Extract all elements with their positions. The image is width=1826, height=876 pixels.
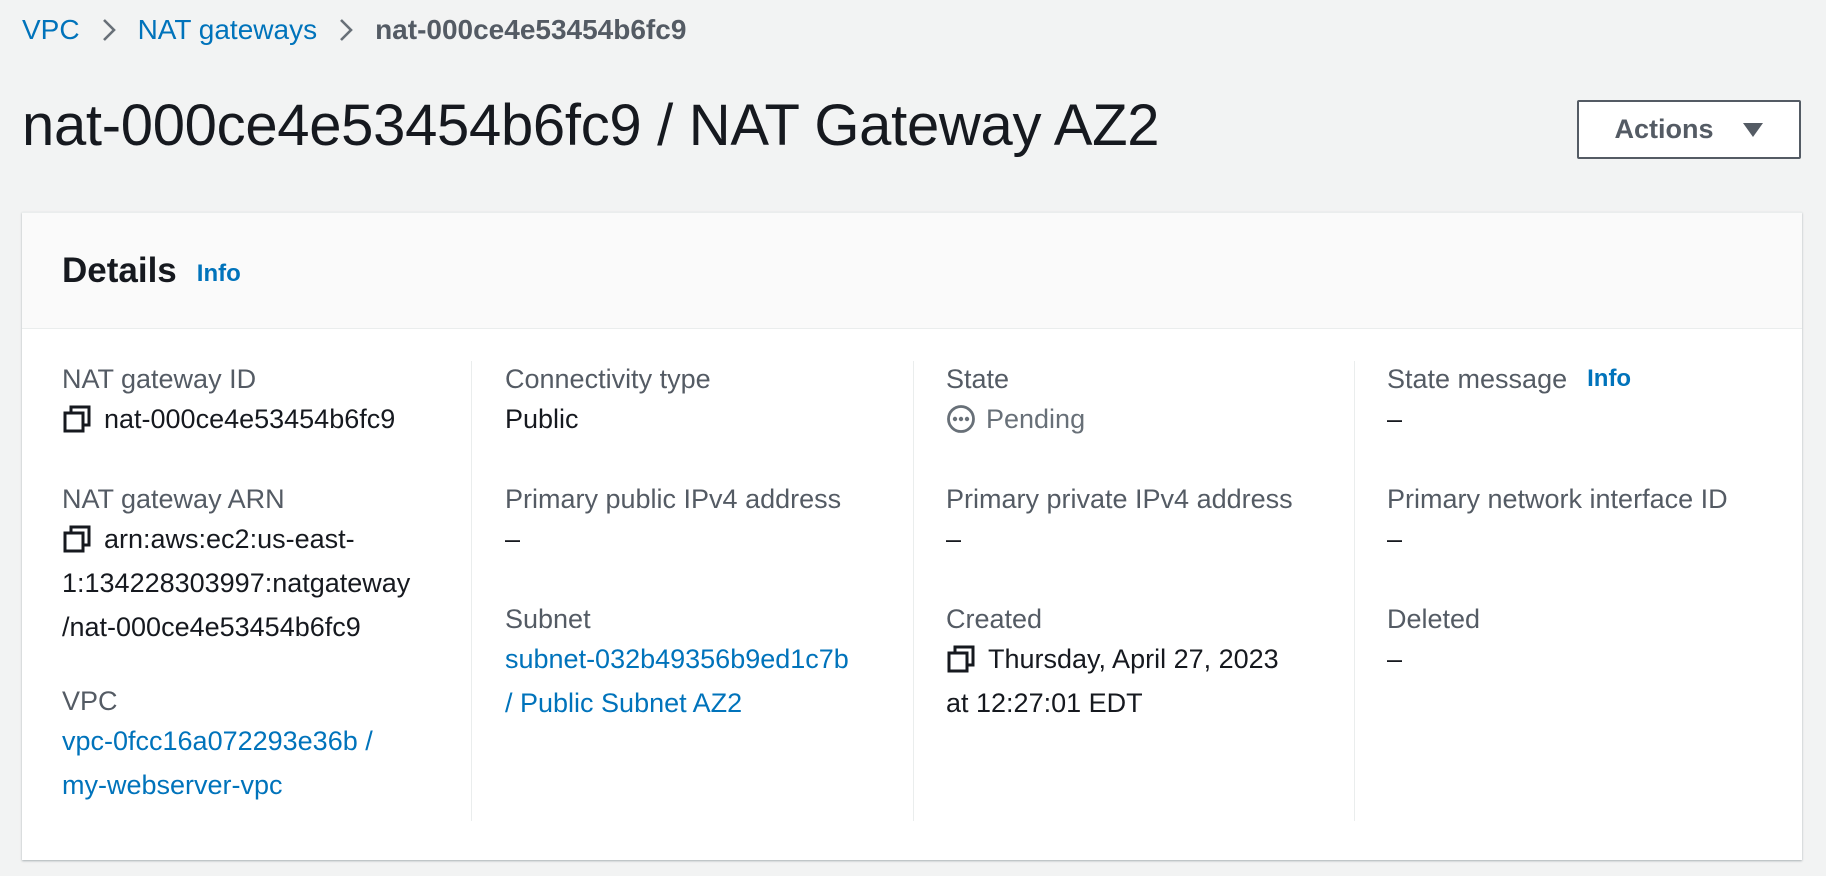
details-info-link[interactable]: Info xyxy=(197,260,241,288)
copy-icon[interactable] xyxy=(62,524,92,554)
nat-gateway-arn-line-2: 1:134228303997:natgateway xyxy=(62,568,411,598)
details-title: Details xyxy=(62,250,177,290)
vpc-label: VPC xyxy=(62,686,118,716)
copy-icon[interactable] xyxy=(946,644,976,674)
actions-button[interactable]: Actions xyxy=(1577,100,1801,159)
nat-gateway-arn-line-3: /nat-000ce4e53454b6fc9 xyxy=(62,612,361,642)
deleted-value: – xyxy=(1387,644,1403,674)
caret-down-icon xyxy=(1742,122,1764,138)
details-panel-header: Details Info xyxy=(22,213,1802,329)
actions-button-label: Actions xyxy=(1614,114,1714,144)
details-panel: Details Info NAT gateway ID nat-000ce4e5… xyxy=(22,212,1802,860)
state-message-value: – xyxy=(1387,404,1403,434)
nat-gateway-arn-field: NAT gateway ARN arn:aws:ec2:us-east- 1:1… xyxy=(62,481,410,649)
details-columns: NAT gateway ID nat-000ce4e53454b6fc9 NAT… xyxy=(22,361,1802,821)
breadcrumb-link-nat-gateways[interactable]: NAT gateways xyxy=(138,14,317,46)
chevron-right-icon xyxy=(339,18,353,42)
primary-network-interface-label: Primary network interface ID xyxy=(1387,484,1728,514)
state-message-info-link[interactable]: Info xyxy=(1587,361,1631,397)
nat-gateway-arn-first-row: arn:aws:ec2:us-east- xyxy=(62,517,410,561)
vpc-link-line-1: vpc-0fcc16a072293e36b / xyxy=(62,726,373,756)
created-line-2: at 12:27:01 EDT xyxy=(946,688,1143,718)
nat-gateway-id-field: NAT gateway ID nat-000ce4e53454b6fc9 xyxy=(62,361,395,441)
column-divider xyxy=(913,361,914,821)
state-message-field: State message Info – xyxy=(1387,361,1631,441)
subnet-field: Subnet subnet-032b49356b9ed1c7b / Public… xyxy=(505,601,849,725)
state-value: Pending xyxy=(986,404,1086,434)
state-field: State Pending xyxy=(946,361,1085,441)
vpc-link[interactable]: vpc-0fcc16a072293e36b / my-webserver-vpc xyxy=(62,719,373,807)
created-line-1: Thursday, April 27, 2023 xyxy=(988,644,1279,674)
subnet-link-line-2: / Public Subnet AZ2 xyxy=(505,688,743,718)
page-title: nat-000ce4e53454b6fc9 / NAT Gateway AZ2 xyxy=(22,93,1160,158)
primary-private-ipv4-field: Primary private IPv4 address – xyxy=(946,481,1293,561)
subnet-value: subnet-032b49356b9ed1c7b / Public Subnet… xyxy=(505,637,849,725)
details-column-1: NAT gateway ID nat-000ce4e53454b6fc9 NAT… xyxy=(62,361,462,821)
vpc-value: vpc-0fcc16a072293e36b / my-webserver-vpc xyxy=(62,719,373,807)
created-field: Created Thursday, April 27, 2023 at 12:2… xyxy=(946,601,1279,725)
connectivity-type-field: Connectivity type Public xyxy=(505,361,711,441)
chevron-right-icon xyxy=(102,18,116,42)
nat-gateway-arn-value: arn:aws:ec2:us-east- 1:134228303997:natg… xyxy=(62,517,410,649)
status-pending-icon xyxy=(946,404,976,434)
breadcrumb-link-vpc[interactable]: VPC xyxy=(22,14,80,46)
vpc-field: VPC vpc-0fcc16a072293e36b / my-webserver… xyxy=(62,683,373,807)
primary-private-ipv4-label: Primary private IPv4 address xyxy=(946,484,1293,514)
breadcrumb: VPC NAT gateways nat-000ce4e53454b6fc9 xyxy=(22,10,686,50)
copy-icon[interactable] xyxy=(62,404,92,434)
nat-gateway-arn-label: NAT gateway ARN xyxy=(62,484,285,514)
column-divider xyxy=(471,361,472,821)
state-value-row: Pending xyxy=(946,397,1085,441)
column-divider xyxy=(1354,361,1355,821)
primary-private-ipv4-value: – xyxy=(946,524,962,554)
nat-gateway-arn-line-1: arn:aws:ec2:us-east- xyxy=(104,524,355,554)
details-column-2: Connectivity type Public Primary public … xyxy=(505,361,895,821)
primary-network-interface-value: – xyxy=(1387,524,1403,554)
subnet-label: Subnet xyxy=(505,604,591,634)
primary-network-interface-field: Primary network interface ID – xyxy=(1387,481,1728,561)
primary-public-ipv4-label: Primary public IPv4 address xyxy=(505,484,842,514)
created-label: Created xyxy=(946,604,1043,634)
connectivity-type-value: Public xyxy=(505,404,579,434)
created-first-row: Thursday, April 27, 2023 xyxy=(946,637,1279,681)
primary-public-ipv4-value: – xyxy=(505,524,521,554)
primary-public-ipv4-field: Primary public IPv4 address – xyxy=(505,481,841,561)
nat-gateway-id-value-row: nat-000ce4e53454b6fc9 xyxy=(62,397,395,441)
details-column-4: State message Info – Primary network int… xyxy=(1387,361,1787,821)
subnet-link-line-1: subnet-032b49356b9ed1c7b xyxy=(505,644,849,674)
nat-gateway-id-value: nat-000ce4e53454b6fc9 xyxy=(104,404,396,434)
created-value: Thursday, April 27, 2023 at 12:27:01 EDT xyxy=(946,637,1279,725)
vpc-link-line-2: my-webserver-vpc xyxy=(62,770,283,800)
state-message-label: State message xyxy=(1387,364,1568,394)
connectivity-type-label: Connectivity type xyxy=(505,364,711,394)
subnet-link[interactable]: subnet-032b49356b9ed1c7b / Public Subnet… xyxy=(505,637,849,725)
nat-gateway-id-label: NAT gateway ID xyxy=(62,364,257,394)
breadcrumb-current: nat-000ce4e53454b6fc9 xyxy=(375,14,687,45)
state-message-label-row: State message Info xyxy=(1387,361,1631,397)
state-label: State xyxy=(946,364,1010,394)
deleted-field: Deleted – xyxy=(1387,601,1480,681)
details-column-3: State Pending Primary private IPv4 addre… xyxy=(946,361,1346,821)
deleted-label: Deleted xyxy=(1387,604,1481,634)
